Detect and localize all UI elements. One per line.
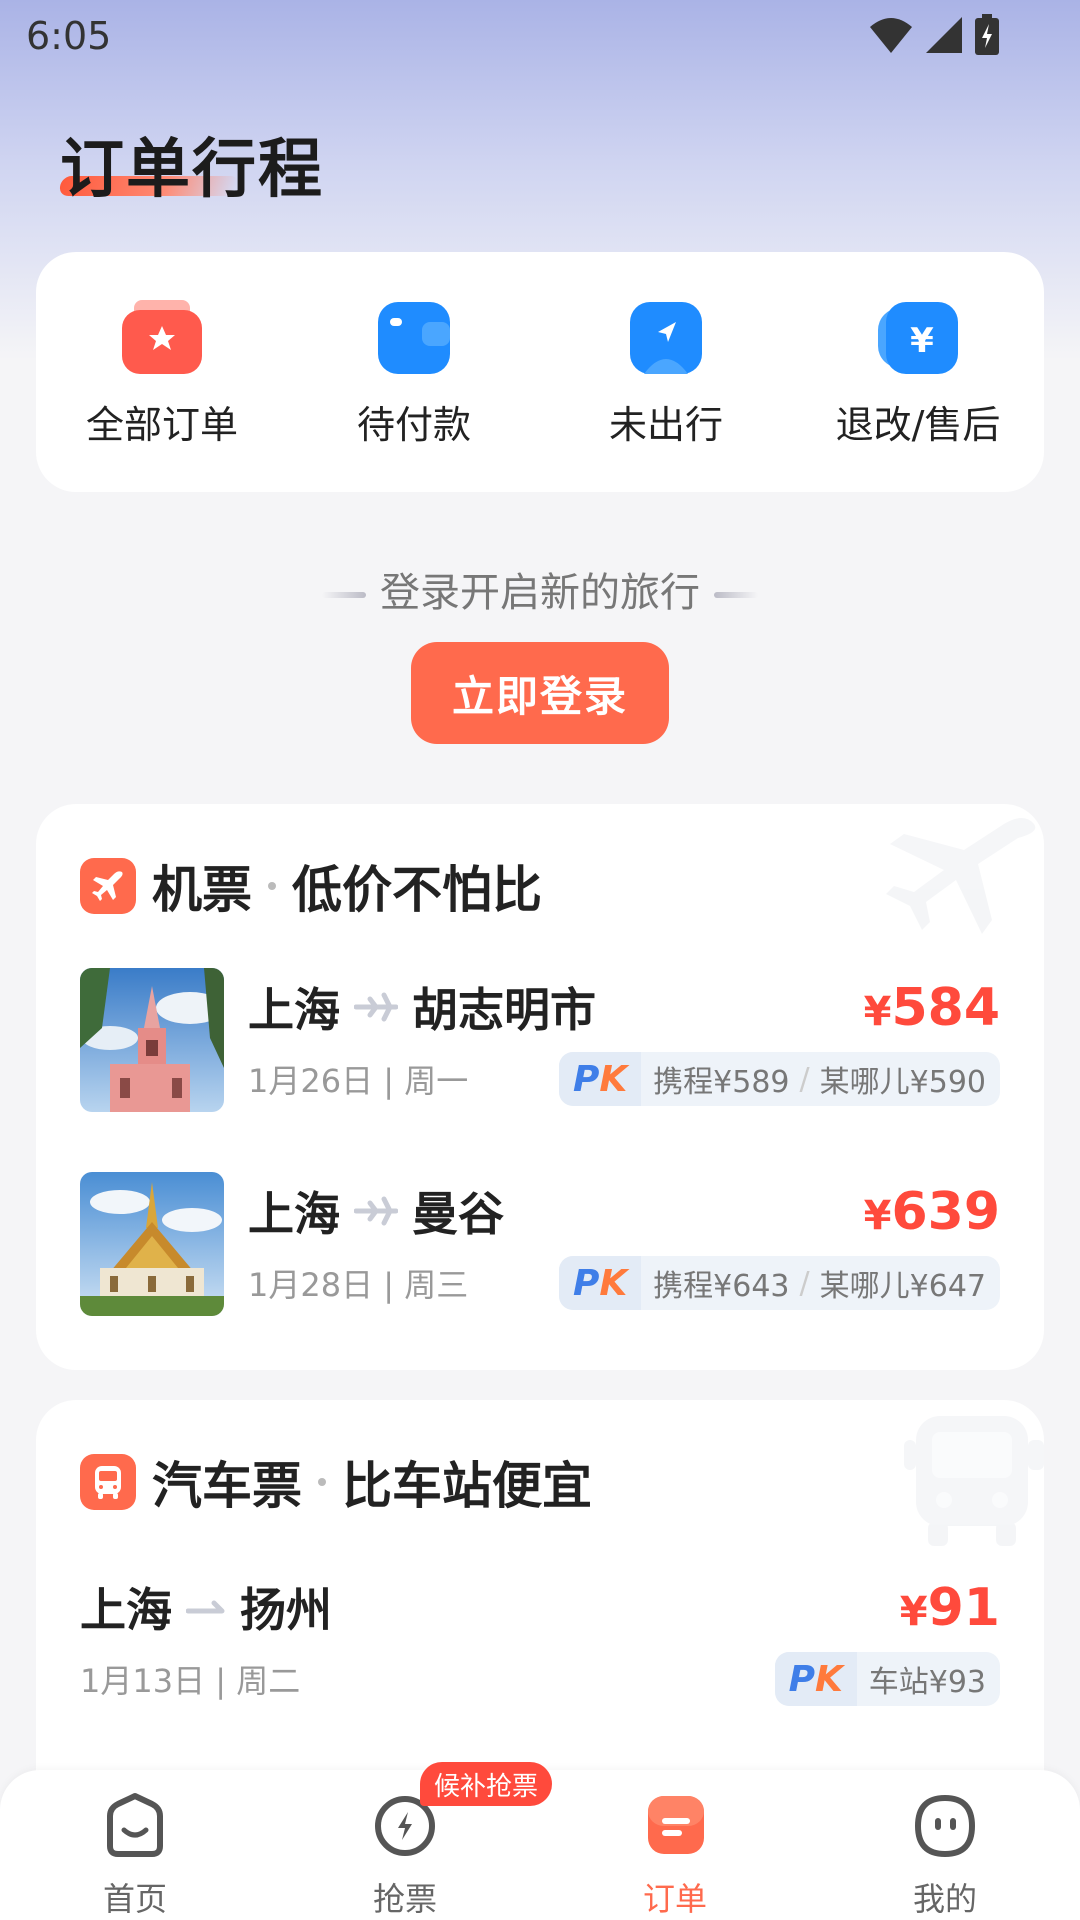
departure-city: 上海 (248, 1187, 340, 1241)
bus-icon (80, 1454, 136, 1510)
battery-icon (975, 14, 999, 55)
all-orders-button[interactable]: 全部订单 (36, 300, 288, 449)
compare-price-1: 车站¥93 (868, 1665, 986, 1700)
wifi-icon (870, 18, 912, 53)
flight-section-subtitle: 低价不怕比 (292, 861, 542, 919)
wallet-icon (372, 300, 456, 376)
refund-service-label: 退改/售后 (835, 403, 1001, 447)
page-title-area: 订单行程 (56, 118, 324, 210)
currency-symbol: ¥ (863, 1193, 892, 1239)
upcoming-trips-label: 未出行 (608, 403, 723, 447)
bottom-tab-bar: 首页 抢票 候补抢票 订单 我的 (0, 1762, 1080, 1920)
currency-symbol: ¥ (863, 989, 892, 1035)
arrival-city: 扬州 (240, 1583, 332, 1637)
flight-route-item[interactable]: 上海 曼谷 1月28日 | 周三 ¥639 PK 携程¥643 / 某哪儿¥64… (80, 1172, 1000, 1318)
pk-logo-icon: PK (559, 1052, 642, 1106)
price-value: 639 (891, 1182, 1000, 1242)
arrow-right-icon (186, 1597, 226, 1617)
tab-orders[interactable]: 订单 (540, 1790, 810, 1920)
refund-service-button[interactable]: ¥ 退改/售后 (792, 300, 1044, 449)
travel-date: 1月26日 | 周一 (248, 1062, 469, 1100)
pending-payment-button[interactable]: 待付款 (288, 300, 540, 449)
status-time: 6:05 (26, 14, 112, 58)
price: ¥584 (864, 978, 1000, 1038)
price: ¥639 (864, 1182, 1000, 1242)
divider-right (714, 592, 758, 598)
departure-city: 上海 (248, 983, 340, 1037)
home-icon (100, 1790, 170, 1860)
compare-separator: / (799, 1265, 810, 1301)
bus-section-title: 汽车票 (152, 1457, 302, 1515)
price: ¥91 (900, 1578, 1000, 1638)
pk-logo-icon: PK (774, 1652, 857, 1706)
profile-icon (910, 1790, 980, 1860)
tab-home-label: 首页 (102, 1880, 167, 1918)
tab-profile[interactable]: 我的 (810, 1790, 1080, 1920)
compare-price-2: 某哪儿¥590 (819, 1065, 986, 1100)
order-icon (640, 1790, 710, 1860)
waitlist-badge: 候补抢票 (420, 1762, 553, 1806)
bus-section-header: 汽车票 比车站便宜 (80, 1446, 592, 1518)
pending-payment-label: 待付款 (356, 403, 471, 447)
login-prompt: 登录开启新的旅行 (0, 560, 1080, 618)
price-value: 584 (891, 978, 1000, 1038)
arrival-city: 胡志明市 (412, 983, 596, 1037)
pk-logo-icon: PK (559, 1256, 642, 1310)
flight-route-item[interactable]: 上海 胡志明市 1月26日 | 周一 ¥584 PK 携程¥589 / 某哪儿¥… (80, 968, 1000, 1114)
login-prompt-text: 登录开启新的旅行 (380, 570, 700, 616)
travel-date: 1月28日 | 周三 (248, 1266, 469, 1304)
divider-left (322, 592, 366, 598)
bus-watermark-icon (904, 1416, 1044, 1546)
currency-symbol: ¥ (899, 1589, 928, 1635)
compare-separator: / (799, 1061, 810, 1097)
plane-watermark-icon (886, 818, 1036, 934)
flight-section-title: 机票 (152, 861, 252, 919)
route-cities: 上海 曼谷 (248, 1178, 504, 1244)
compare-price-1: 携程¥643 (653, 1269, 790, 1304)
price-compare-badge: PK 车站¥93 (774, 1652, 1000, 1706)
order-shortcuts-card: 全部订单 待付款 未出行 ¥ 退改/售后 (36, 252, 1044, 492)
compare-price-1: 携程¥589 (653, 1065, 790, 1100)
tab-grab-ticket[interactable]: 抢票 (270, 1790, 540, 1920)
compare-price-2: 某哪儿¥647 (819, 1269, 986, 1304)
destination-photo (80, 1172, 224, 1316)
airplane-icon (80, 858, 136, 914)
title-separator (268, 882, 276, 890)
all-orders-label: 全部订单 (85, 403, 238, 447)
tab-profile-label: 我的 (912, 1880, 977, 1918)
price-compare-badge: PK 携程¥643 / 某哪儿¥647 (559, 1256, 1000, 1310)
login-button[interactable]: 立即登录 (411, 642, 669, 744)
departure-city: 上海 (80, 1583, 172, 1637)
title-separator (318, 1478, 326, 1486)
price-value: 91 (927, 1578, 1000, 1638)
navigation-icon (624, 300, 708, 376)
status-icons (868, 14, 1000, 56)
tab-home[interactable]: 首页 (0, 1790, 270, 1920)
flight-section-header: 机票 低价不怕比 (80, 850, 542, 922)
tab-orders-label: 订单 (642, 1880, 707, 1918)
destination-photo (80, 968, 224, 1112)
refund-icon: ¥ (876, 300, 960, 376)
bus-section-subtitle: 比车站便宜 (342, 1457, 592, 1515)
arrival-city: 曼谷 (412, 1187, 504, 1241)
page-title: 订单行程 (60, 133, 324, 207)
travel-date: 1月13日 | 周二 (80, 1662, 301, 1700)
plane-arrow-icon (354, 1193, 398, 1229)
svg-text:¥: ¥ (910, 321, 934, 361)
plane-arrow-icon (354, 989, 398, 1025)
flight-deals-card: 机票 低价不怕比 上海 胡志明市 1月26日 | 周一 ¥584 P K 携程¥… (36, 804, 1044, 1370)
upcoming-trips-button[interactable]: 未出行 (540, 300, 792, 449)
tab-grab-ticket-label: 抢票 (372, 1880, 437, 1918)
status-bar: 6:05 (0, 0, 1080, 76)
all-orders-icon (120, 300, 204, 376)
route-cities: 上海 胡志明市 (248, 974, 596, 1040)
signal-icon (926, 17, 962, 53)
route-cities: 上海 扬州 (80, 1574, 332, 1640)
price-compare-badge: PK 携程¥589 / 某哪儿¥590 (559, 1052, 1000, 1106)
bus-route-item[interactable]: 上海 扬州 1月13日 | 周二 ¥91 PK 车站¥93 (80, 1568, 1000, 1714)
